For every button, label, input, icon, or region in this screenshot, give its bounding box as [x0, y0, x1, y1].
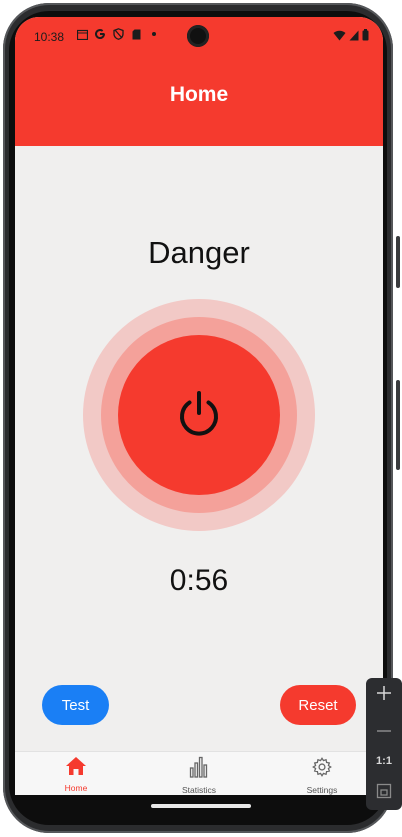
bar-chart-icon — [188, 756, 210, 783]
nav-item-home[interactable]: Home — [15, 752, 137, 795]
actual-size-button[interactable]: 1:1 — [366, 746, 402, 776]
gear-icon — [311, 756, 333, 783]
calendar-icon — [76, 28, 88, 40]
zoom-in-button[interactable] — [366, 680, 402, 710]
status-time: 10:38 — [34, 30, 65, 44]
app-screen: 10:38 Home Danger 0:56 Test Reset Home S… — [15, 17, 383, 795]
notification-dot-icon — [148, 28, 160, 40]
google-icon — [94, 28, 106, 40]
emulator-toolbar: 1:1 — [366, 678, 402, 810]
test-button[interactable]: Test — [42, 685, 109, 725]
power-button[interactable] — [118, 335, 280, 495]
nav-label-home: Home — [64, 783, 88, 793]
nav-label-statistics: Statistics — [181, 785, 216, 795]
zoom-out-button[interactable] — [366, 714, 402, 744]
volume-button — [396, 236, 400, 288]
gesture-handle[interactable] — [151, 804, 251, 808]
power-icon — [174, 389, 224, 442]
app-header: 10:38 Home — [15, 17, 383, 146]
home-icon — [65, 756, 87, 781]
bottom-navigation: Home Statistics Settings — [15, 751, 383, 795]
nav-item-settings[interactable]: Settings — [261, 752, 383, 795]
sd-card-icon — [130, 28, 142, 40]
battery-icon — [362, 28, 369, 46]
countdown-timer: 0:56 — [169, 564, 229, 597]
status-notification-icons — [76, 28, 160, 40]
page-title: Home — [169, 83, 229, 106]
plus-icon — [376, 685, 392, 706]
fit-screen-icon — [376, 783, 392, 804]
status-system-icons — [333, 28, 369, 46]
power-side-button — [396, 380, 400, 470]
wifi-icon — [333, 28, 346, 46]
privacy-shield-icon — [112, 28, 124, 40]
nav-label-settings: Settings — [306, 785, 338, 795]
nav-item-statistics[interactable]: Statistics — [138, 752, 260, 795]
signal-icon — [349, 28, 359, 46]
front-camera — [187, 25, 209, 47]
fit-screen-button[interactable] — [366, 778, 402, 808]
status-label: Danger — [148, 235, 250, 270]
minus-icon — [376, 720, 392, 738]
reset-button[interactable]: Reset — [280, 685, 356, 725]
